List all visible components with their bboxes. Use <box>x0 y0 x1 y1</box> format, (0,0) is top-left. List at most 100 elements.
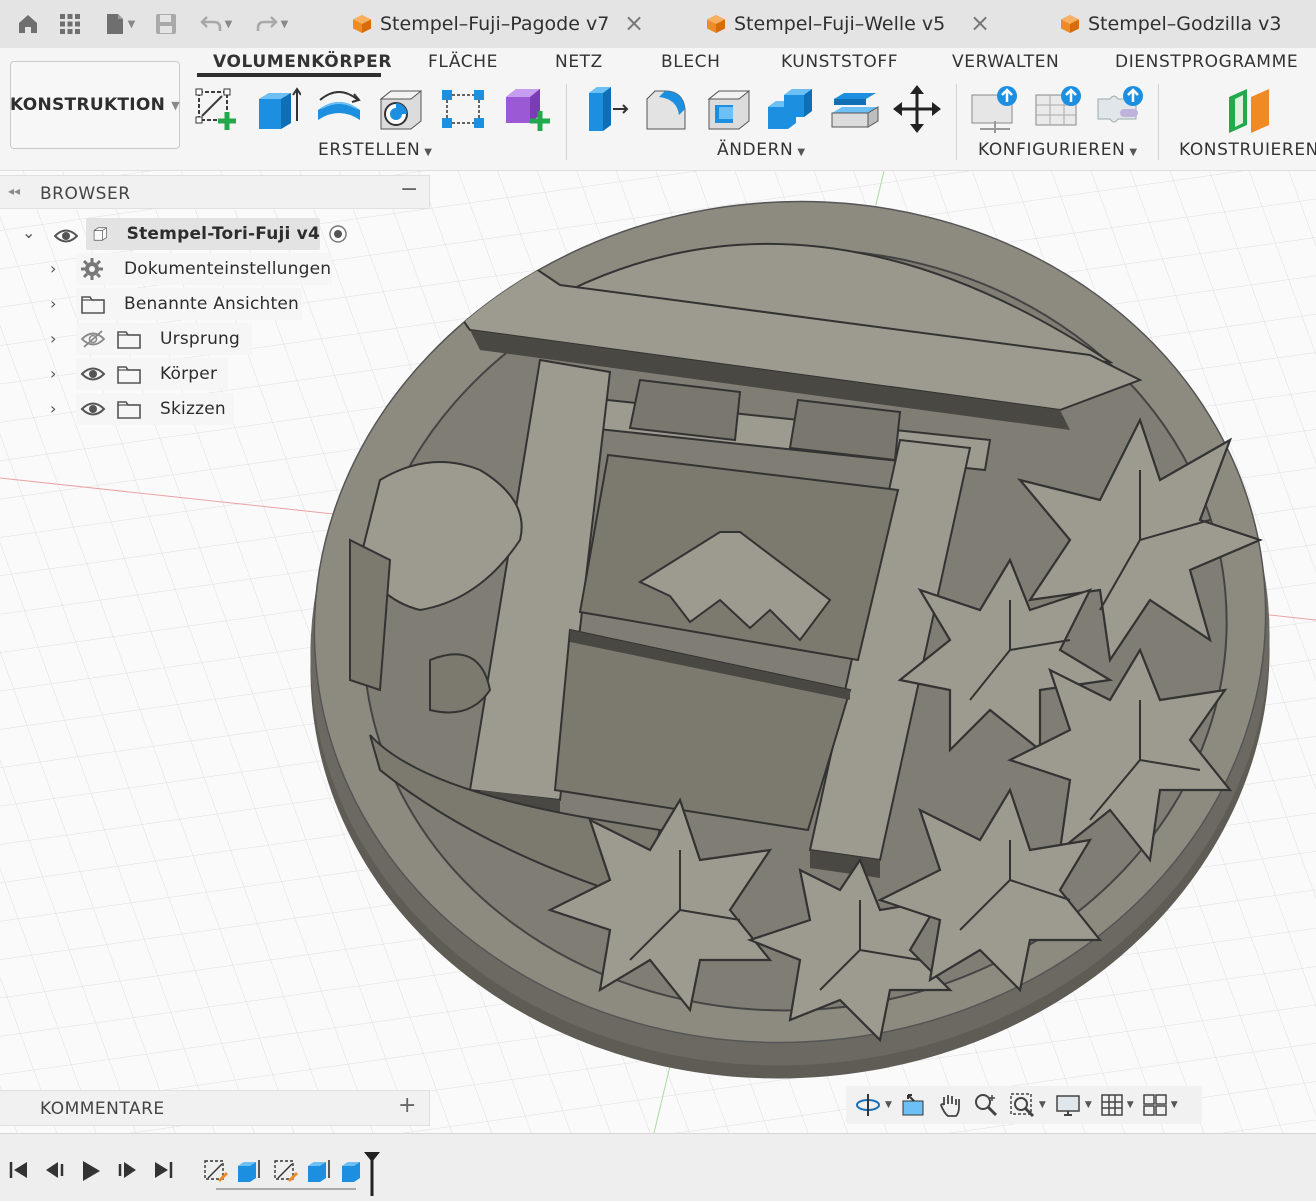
play-icon[interactable] <box>80 1160 102 1186</box>
revolve-icon <box>318 91 361 120</box>
shell-tool[interactable] <box>704 84 754 134</box>
pattern-tool[interactable] <box>438 84 488 134</box>
tab-verwalten[interactable]: VERWALTEN <box>952 52 1059 72</box>
group-konfigurieren[interactable]: KONFIGURIEREN ▼ <box>978 140 1138 160</box>
look-at-icon[interactable] <box>900 1091 928 1119</box>
combine-icon <box>768 89 812 129</box>
configuration-rule-tool[interactable] <box>1096 84 1146 134</box>
chevron-down-icon[interactable]: ⌄ <box>22 223 35 242</box>
chevron-down-icon: ▼ <box>171 98 180 112</box>
eye-icon[interactable] <box>80 400 106 418</box>
tab-netz[interactable]: NETZ <box>555 52 603 72</box>
close-icon[interactable]: × <box>970 11 990 35</box>
tab-flaeche[interactable]: FLÄCHE <box>428 52 498 72</box>
sketch-icon <box>195 88 236 130</box>
tab-dienstprogramme[interactable]: DIENSTPROGRAMME <box>1115 52 1298 72</box>
sketch-feature-icon[interactable] <box>270 1156 300 1186</box>
pan-icon[interactable] <box>936 1091 964 1119</box>
configuration-table-tool[interactable] <box>1034 84 1084 134</box>
zoom-icon[interactable] <box>972 1091 1000 1119</box>
previous-icon[interactable] <box>44 1160 66 1184</box>
item-label: Benannte Ansichten <box>124 294 299 314</box>
folder-icon <box>117 401 141 419</box>
group-erstellen[interactable]: ERSTELLEN ▼ <box>318 140 433 160</box>
sketch-feature-icon[interactable] <box>200 1156 230 1186</box>
fit-icon[interactable]: ▼ <box>1008 1091 1046 1119</box>
extrude-feature-icon[interactable] <box>234 1156 264 1186</box>
combine-tool[interactable] <box>766 84 816 134</box>
chevron-right-icon[interactable]: › <box>50 259 56 278</box>
tab-volumenkoerper[interactable]: VOLUMENKÖRPER <box>213 52 392 72</box>
redo-icon[interactable]: ▼ <box>250 8 294 40</box>
revolve-tool[interactable] <box>314 84 364 134</box>
minimize-icon[interactable]: − <box>400 177 418 202</box>
eye-icon[interactable] <box>80 365 106 383</box>
collapse-panel-icon[interactable]: ◂◂ <box>8 184 20 198</box>
item-label: Körper <box>160 364 218 384</box>
extrude-tool[interactable] <box>252 84 302 134</box>
group-konstruieren[interactable]: KONSTRUIEREN▼ <box>1179 140 1316 160</box>
first-icon[interactable] <box>8 1160 30 1184</box>
group-aendern-label: ÄNDERN <box>717 140 794 160</box>
eye-icon[interactable] <box>52 224 80 248</box>
document-tab[interactable]: Stempel–Godzilla v3 <box>1060 0 1281 48</box>
orbit-icon[interactable]: ▼ <box>854 1091 892 1119</box>
move-copy-tool[interactable] <box>892 84 942 134</box>
construct-plane-tool[interactable] <box>1224 84 1274 134</box>
chevron-right-icon[interactable]: › <box>50 294 56 313</box>
new-component-tool[interactable] <box>502 84 552 134</box>
chevron-down-icon: ▼ <box>424 147 433 158</box>
viewports-icon[interactable]: ▼ <box>1142 1093 1178 1117</box>
home-icon[interactable] <box>14 8 42 40</box>
file-menu-icon[interactable]: ▼ <box>98 8 142 40</box>
browser-item-koerper[interactable]: Körper <box>76 358 228 390</box>
move-icon <box>893 85 941 133</box>
browser-item-dokumenteinstellungen[interactable]: Dokumenteinstellungen <box>76 253 332 285</box>
table-icon <box>1035 86 1081 126</box>
timeline-marker[interactable] <box>362 1150 382 1198</box>
comments-panel[interactable]: KOMMENTARE + <box>0 1090 430 1126</box>
offset-face-tool[interactable] <box>830 84 880 134</box>
grid-icon[interactable]: ▼ <box>1100 1093 1134 1117</box>
chevron-down-icon: ▼ <box>280 18 289 30</box>
browser-item-benannte-ansichten[interactable]: Benannte Ansichten <box>76 288 302 320</box>
chevron-right-icon[interactable]: › <box>50 399 56 418</box>
comments-title: KOMMENTARE <box>40 1099 165 1119</box>
workspace-switcher-button[interactable]: KONSTRUKTION ▼ <box>10 61 180 149</box>
chevron-down-icon: ▼ <box>224 18 233 30</box>
tab-blech[interactable]: BLECH <box>661 52 721 72</box>
group-separator <box>566 84 567 160</box>
activate-radio-icon[interactable] <box>326 222 350 246</box>
browser-item-skizzen[interactable]: Skizzen <box>76 393 234 425</box>
close-icon[interactable]: × <box>624 11 644 35</box>
last-icon[interactable] <box>152 1160 174 1184</box>
shell-icon <box>707 90 751 130</box>
display-settings-icon[interactable]: ▼ <box>1054 1091 1092 1119</box>
browser-root-node[interactable]: Stempel-Tori-Fuji v4 <box>86 218 320 250</box>
chevron-right-icon[interactable]: › <box>50 329 56 348</box>
save-icon[interactable] <box>152 8 180 40</box>
add-comment-icon[interactable]: + <box>398 1093 416 1118</box>
create-sketch-tool[interactable] <box>192 84 242 134</box>
chevron-right-icon[interactable]: › <box>50 364 56 383</box>
press-pull-tool[interactable] <box>580 84 630 134</box>
item-label: Ursprung <box>160 329 241 349</box>
document-tab[interactable]: Stempel–Fuji–Pagode v7 <box>352 0 609 48</box>
fillet-tool[interactable] <box>642 84 692 134</box>
hole-tool[interactable] <box>376 84 426 134</box>
browser-item-ursprung[interactable]: Ursprung <box>76 323 252 355</box>
configure-model-tool[interactable] <box>970 84 1020 134</box>
chevron-down-icon: ▼ <box>1129 147 1138 158</box>
undo-icon[interactable]: ▼ <box>194 8 238 40</box>
group-aendern[interactable]: ÄNDERN ▼ <box>717 140 806 160</box>
extrude-feature-icon[interactable] <box>304 1156 334 1186</box>
data-panel-icon[interactable] <box>56 8 84 40</box>
extrude-icon <box>259 87 301 129</box>
next-icon[interactable] <box>116 1160 138 1184</box>
timeline-track <box>216 1188 356 1190</box>
folder-icon <box>81 296 105 314</box>
document-cube-icon <box>353 15 371 33</box>
eye-hidden-icon[interactable] <box>80 328 106 350</box>
document-tab[interactable]: Stempel–Fuji–Welle v5 <box>706 0 945 48</box>
tab-kunststoff[interactable]: KUNSTSTOFF <box>781 52 898 72</box>
